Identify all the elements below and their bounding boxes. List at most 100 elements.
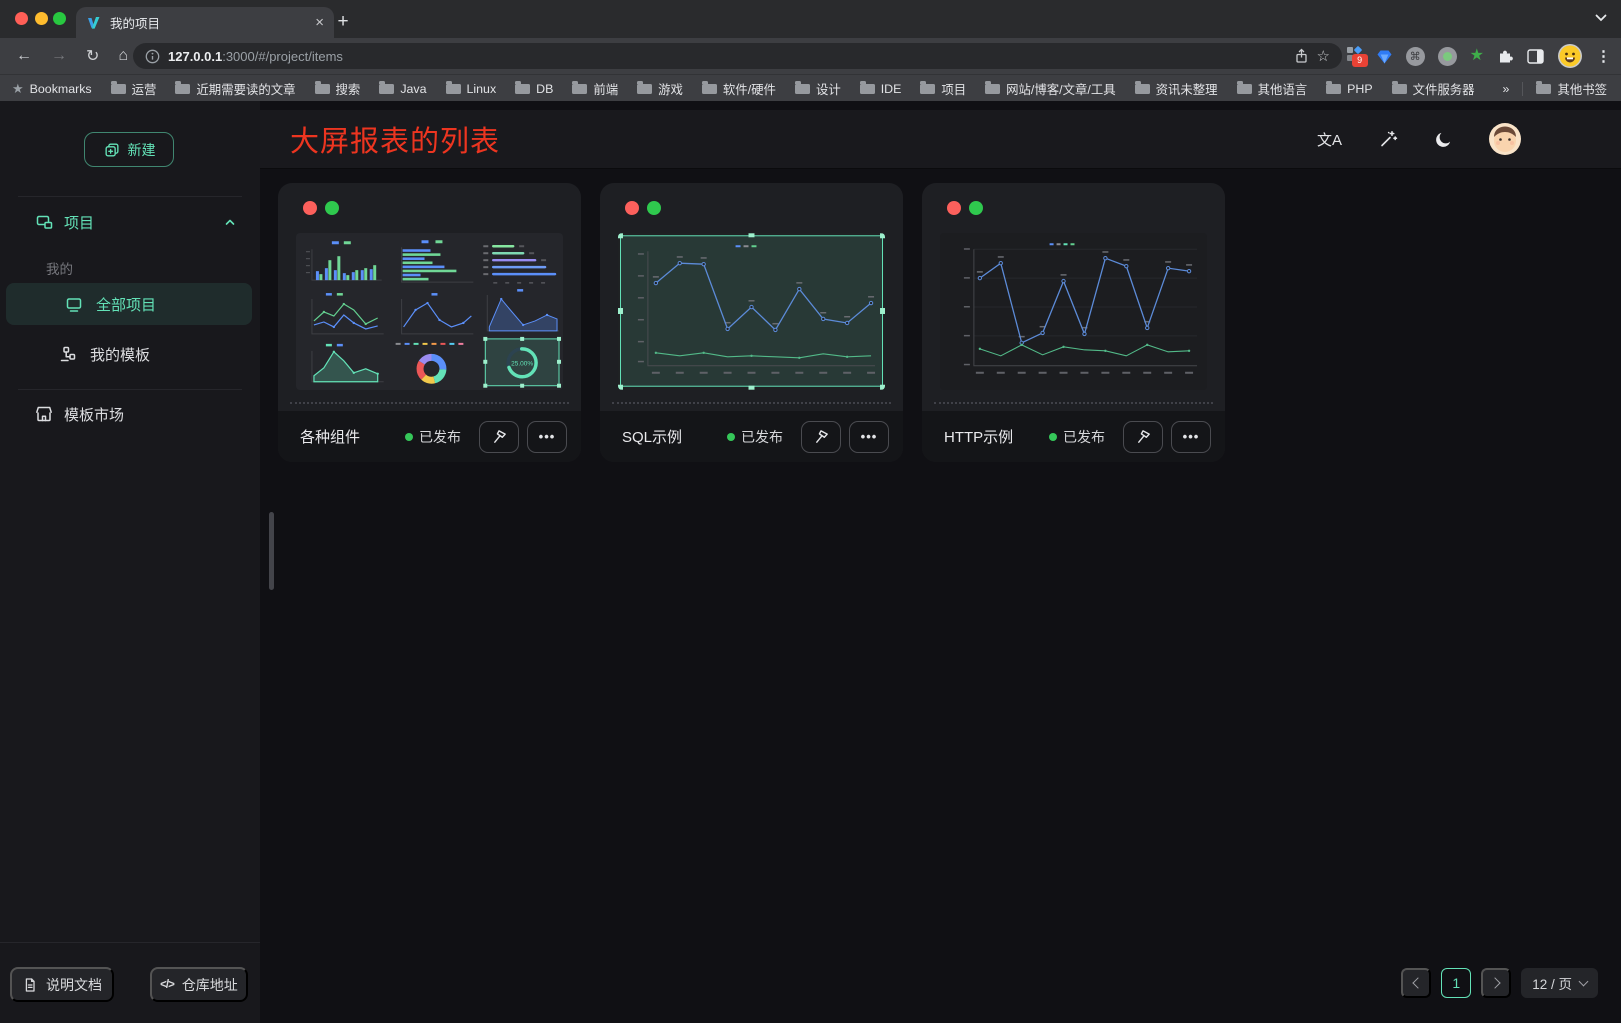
- folder-icon: [1536, 84, 1551, 94]
- extension-command-icon[interactable]: ⌘: [1406, 47, 1425, 66]
- folder-icon: [1237, 84, 1252, 94]
- bookmarks-root[interactable]: ★ Bookmarks: [12, 81, 92, 97]
- bookmark-folder[interactable]: 文件服务器: [1392, 80, 1475, 98]
- chevron-up-icon[interactable]: [222, 214, 238, 230]
- window-close-button[interactable]: [15, 12, 28, 25]
- more-button[interactable]: •••: [527, 421, 567, 453]
- project-card[interactable]: 25.00% 各种组件 已发布: [278, 183, 581, 462]
- extension-gem-icon[interactable]: [1376, 48, 1393, 65]
- bookmark-folder[interactable]: Java: [379, 82, 426, 96]
- window-zoom-button[interactable]: [53, 12, 66, 25]
- sidebar-item-template-market[interactable]: 模板市场: [0, 393, 260, 435]
- document-icon: [22, 977, 38, 993]
- card-footer: HTTP示例 已发布 •••: [922, 411, 1225, 462]
- project-thumbnail: 25.00%: [296, 233, 563, 390]
- page-header: 大屏报表的列表 文A: [260, 110, 1621, 169]
- folder-icon: [920, 84, 935, 94]
- project-title: SQL示例: [622, 426, 682, 447]
- bookmarks-bar: ★ Bookmarks 运营 近期需要读的文章 搜索 Java Linux DB…: [0, 74, 1621, 102]
- project-card[interactable]: SQL示例 已发布 •••: [600, 183, 903, 462]
- more-button[interactable]: •••: [849, 421, 889, 453]
- sidebar: 新建 项目 我的 全部项目: [0, 101, 260, 1023]
- scrollbar-thumb[interactable]: [269, 512, 274, 590]
- dotted-divider: [934, 402, 1213, 404]
- new-project-button[interactable]: 新建: [84, 132, 174, 167]
- share-icon[interactable]: [1294, 48, 1309, 64]
- extension-star-icon[interactable]: ★: [1470, 48, 1484, 64]
- new-tab-button[interactable]: +: [330, 9, 356, 35]
- extensions-puzzle-icon[interactable]: [1497, 48, 1514, 65]
- bookmark-folder[interactable]: 设计: [795, 80, 841, 98]
- bookmark-folder[interactable]: 前端: [572, 80, 618, 98]
- tab-search-chevron-icon[interactable]: [1595, 14, 1607, 22]
- bookmark-folder[interactable]: IDE: [860, 82, 902, 96]
- extension-grid-icon[interactable]: 9: [1345, 45, 1363, 68]
- profile-avatar-icon[interactable]: [1557, 43, 1583, 69]
- magic-wand-icon[interactable]: [1378, 129, 1398, 149]
- bookmark-folder[interactable]: DB: [515, 82, 553, 96]
- bookmarks-overflow-icon[interactable]: »: [1503, 82, 1510, 96]
- home-icon[interactable]: ⌂: [118, 47, 128, 65]
- folder-icon: [175, 84, 190, 94]
- folder-icon: [315, 84, 330, 94]
- reload-icon[interactable]: ↻: [86, 46, 99, 66]
- bookmark-folder[interactable]: 网站/博客/文章/工具: [985, 80, 1115, 98]
- folder-icon: [860, 84, 875, 94]
- folder-icon: [985, 84, 1000, 94]
- bookmark-star-icon[interactable]: ☆: [1317, 47, 1330, 65]
- dotted-divider: [612, 402, 891, 404]
- user-avatar[interactable]: [1489, 123, 1521, 155]
- dark-mode-moon-icon[interactable]: [1434, 130, 1453, 149]
- code-icon: </>: [160, 979, 174, 991]
- storefront-icon: [34, 404, 54, 424]
- prev-page-button[interactable]: [1401, 968, 1431, 998]
- project-thumbnail: [940, 233, 1207, 390]
- folder-icon: [379, 84, 394, 94]
- repo-button[interactable]: </> 仓库地址: [150, 967, 248, 1002]
- bookmark-folder[interactable]: 项目: [920, 80, 966, 98]
- sidebar-section-project[interactable]: 项目: [0, 201, 260, 243]
- bookmark-folder[interactable]: 游戏: [637, 80, 683, 98]
- page-size-select[interactable]: 12 / 页: [1521, 968, 1598, 998]
- card-footer: 各种组件 已发布 •••: [278, 411, 581, 462]
- project-card[interactable]: HTTP示例 已发布 •••: [922, 183, 1225, 462]
- card-footer: SQL示例 已发布 •••: [600, 411, 903, 462]
- window-minimize-button[interactable]: [35, 12, 48, 25]
- back-icon[interactable]: ←: [16, 47, 32, 65]
- edit-button[interactable]: [801, 421, 841, 453]
- extensions-row: 9 ⌘ ★ ⋮: [1345, 38, 1611, 74]
- bookmark-folder[interactable]: 运营: [111, 80, 157, 98]
- project-title: HTTP示例: [944, 426, 1013, 447]
- bookmark-folder[interactable]: Linux: [446, 82, 497, 96]
- edit-button[interactable]: [1123, 421, 1163, 453]
- url-bar[interactable]: 127.0.0.1:3000/#/project/items ☆: [133, 43, 1342, 69]
- bookmark-folder[interactable]: 资讯未整理: [1135, 80, 1218, 98]
- browser-tab[interactable]: 我的项目 ×: [76, 7, 334, 38]
- thumbnail-http-chart: [940, 233, 1207, 390]
- bookmarks-star-icon: ★: [12, 81, 24, 97]
- bookmark-folder[interactable]: 搜索: [315, 80, 361, 98]
- edit-button[interactable]: [479, 421, 519, 453]
- sidebar-item-all-projects[interactable]: 全部项目: [6, 283, 252, 325]
- more-dots-icon: •••: [861, 429, 878, 444]
- bookmark-folder[interactable]: 近期需要读的文章: [175, 80, 295, 98]
- sidebar-item-my-templates[interactable]: 我的模板: [0, 333, 260, 375]
- other-bookmarks[interactable]: 其他书签: [1536, 80, 1607, 98]
- more-button[interactable]: •••: [1171, 421, 1211, 453]
- divider: [0, 942, 260, 943]
- docs-button[interactable]: 说明文档: [10, 967, 114, 1002]
- status-badge: 已发布: [727, 427, 783, 447]
- bookmark-folder[interactable]: 其他语言: [1237, 80, 1308, 98]
- next-page-button[interactable]: [1481, 968, 1511, 998]
- bookmark-folder[interactable]: 软件/硬件: [702, 80, 776, 98]
- side-panel-icon[interactable]: [1527, 49, 1544, 64]
- current-page-button[interactable]: 1: [1441, 968, 1471, 998]
- translate-icon[interactable]: 文A: [1317, 129, 1342, 150]
- site-info-icon[interactable]: [145, 49, 160, 64]
- browser-menu-icon[interactable]: ⋮: [1596, 47, 1611, 65]
- pagination: 1 12 / 页: [1401, 968, 1598, 998]
- bookmark-folder[interactable]: PHP: [1326, 82, 1372, 96]
- main-content: 大屏报表的列表 文A: [260, 101, 1621, 1023]
- tab-close-icon[interactable]: ×: [315, 15, 324, 30]
- extension-record-icon[interactable]: [1438, 47, 1457, 66]
